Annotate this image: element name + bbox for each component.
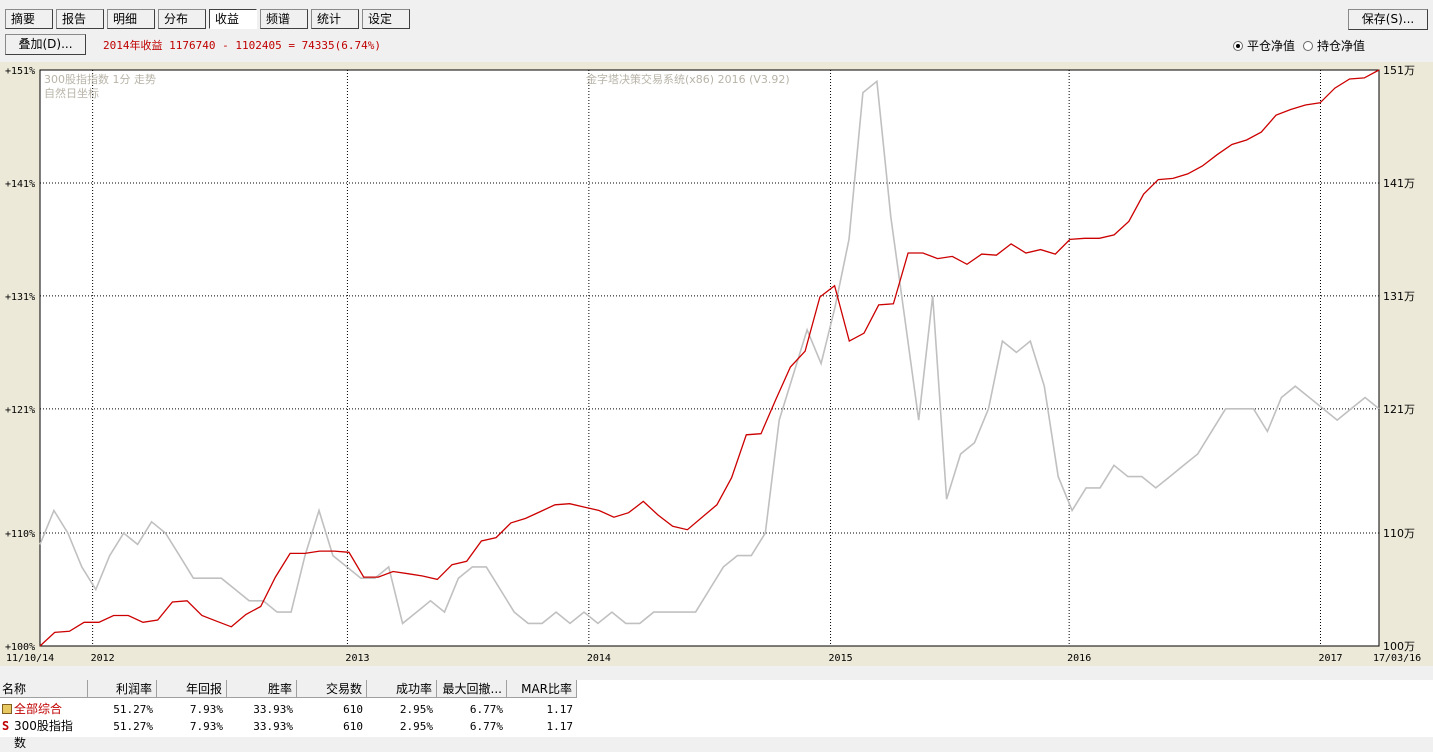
- x-tick-year: 2013: [345, 653, 369, 664]
- x-tick-year: 2016: [1067, 653, 1091, 664]
- radio-hold-label: 持仓净值: [1317, 39, 1366, 53]
- x-tick-start: 11/10/14: [6, 653, 54, 664]
- table-cell: 1.17: [546, 703, 574, 716]
- y-tick-right: 141万: [1383, 177, 1415, 190]
- table-cell: 33.93%: [253, 720, 293, 733]
- yearly-return-summary: 2014年收益 1176740 - 1102405 = 74335(6.74%): [103, 39, 382, 52]
- table-cell: 7.93%: [189, 703, 223, 716]
- column-header[interactable]: 最大回撤...: [437, 680, 507, 698]
- x-tick-year: 2014: [587, 653, 611, 664]
- tab-distribution[interactable]: 分布: [158, 9, 206, 29]
- table-cell: 6.77%: [469, 720, 503, 733]
- column-header[interactable]: 年回报: [157, 680, 227, 698]
- watermark-axis-mode: 自然日坐标: [44, 86, 99, 100]
- x-tick-year: 2012: [91, 653, 115, 664]
- equity-chart-panel: +151% 151万 +141% 141万 +131% 131万 +121% 121万 +110…: [0, 62, 1433, 666]
- table-cell: 2.95%: [399, 703, 433, 716]
- x-tick-year: 2015: [829, 653, 853, 664]
- y-tick-left: +151%: [5, 66, 35, 77]
- y-tick-right: 131万: [1383, 290, 1415, 303]
- table-cell: 610: [343, 703, 363, 716]
- equity-chart[interactable]: +151% 151万 +141% 141万 +131% 131万 +121% 121万 +110…: [0, 62, 1433, 666]
- table-cell: 7.93%: [189, 720, 223, 733]
- tab-returns[interactable]: 收益: [209, 9, 257, 29]
- table-cell: 33.93%: [253, 703, 293, 716]
- table-cell: 1.17: [546, 720, 574, 733]
- table-cell: 610: [343, 720, 363, 733]
- watermark-system: 金字塔决策交易系统(x86) 2016 (V3.92): [586, 72, 790, 86]
- y-tick-right: 110万: [1383, 527, 1415, 540]
- tab-report[interactable]: 报告: [56, 9, 104, 29]
- plot-area: [39, 69, 1380, 647]
- column-header[interactable]: 利润率: [88, 680, 157, 698]
- column-header[interactable]: MAR比率: [507, 680, 577, 698]
- radio-unselected-icon: [1303, 40, 1313, 51]
- tab-settings[interactable]: 设定: [362, 9, 410, 29]
- y-tick-left: +121%: [5, 405, 35, 416]
- stats-table: 名称 利润率 年回报 胜率 交易数 成功率 最大回撤... MAR比率全部综合 51.27% 7.…: [0, 680, 1433, 750]
- x-tick-year: 2017: [1318, 653, 1342, 664]
- radio-flat-label: 平仓净值: [1247, 39, 1296, 53]
- overlay-button[interactable]: 叠加(D)...: [5, 34, 86, 55]
- table-cell: 51.27%: [113, 703, 153, 716]
- column-header[interactable]: 名称: [0, 680, 88, 698]
- table-cell: 2.95%: [399, 720, 433, 733]
- watermark-title: 300股指指数 1分 走势: [44, 72, 156, 86]
- y-tick-left: +110%: [5, 529, 35, 540]
- column-header[interactable]: 胜率: [227, 680, 297, 698]
- table-row-name[interactable]: 全部综合: [0, 701, 88, 718]
- table-row-name[interactable]: 300股指指数: [0, 718, 88, 750]
- tab-detail[interactable]: 明细: [107, 9, 155, 29]
- y-tick-left: +131%: [5, 292, 35, 303]
- y-tick-right: 121万: [1383, 403, 1415, 416]
- y-tick-right: 100万: [1383, 640, 1415, 653]
- tab-statistics[interactable]: 统计: [311, 9, 359, 29]
- radio-flat-nav[interactable]: 平仓净值: [1233, 37, 1295, 54]
- save-button[interactable]: 保存(S)...: [1348, 9, 1428, 30]
- radio-hold-nav[interactable]: 持仓净值: [1303, 37, 1365, 54]
- x-tick-end: 17/03/16: [1373, 653, 1421, 664]
- tab-spectrum[interactable]: 频谱: [260, 9, 308, 29]
- y-tick-right: 151万: [1383, 64, 1415, 77]
- table-cell: 51.27%: [113, 720, 153, 733]
- y-tick-left: +141%: [5, 179, 35, 190]
- table-cell: 6.77%: [469, 703, 503, 716]
- column-header[interactable]: 交易数: [297, 680, 367, 698]
- column-header[interactable]: 成功率: [367, 680, 437, 698]
- y-tick-left: +100%: [5, 642, 35, 653]
- tab-summary[interactable]: 摘要: [5, 9, 53, 29]
- radio-selected-icon: [1233, 40, 1243, 51]
